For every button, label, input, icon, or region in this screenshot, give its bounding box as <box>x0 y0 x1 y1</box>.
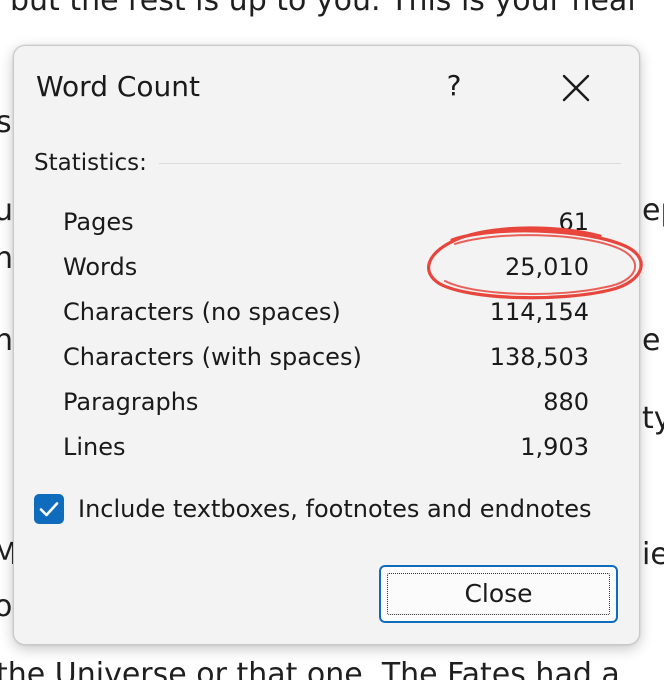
stat-value: 25,010 <box>505 253 589 281</box>
statistics-list: Pages 61 Words 25,010 Characters (no spa… <box>63 204 589 474</box>
doc-text-line: but the rest is up to you. This is your … <box>10 0 636 18</box>
statistics-heading: Statistics: <box>34 150 147 176</box>
stat-label: Words <box>63 253 138 281</box>
include-textboxes-checkbox[interactable] <box>34 494 64 524</box>
stat-label: Paragraphs <box>63 388 199 416</box>
doc-text-fragment: ep <box>642 193 664 228</box>
stat-row-characters-no-spaces: Characters (no spaces) 114,154 <box>63 294 589 339</box>
close-x-icon[interactable] <box>554 66 598 110</box>
help-button[interactable]: ? <box>434 66 474 106</box>
doc-text-fragment: ty <box>642 401 664 436</box>
stat-value: 1,903 <box>520 433 589 461</box>
stat-row-words: Words 25,010 <box>63 249 589 294</box>
word-count-dialog: Word Count ? Statistics: Pages 61 Words … <box>13 45 640 645</box>
checkmark-icon <box>39 502 59 517</box>
stat-label: Characters (no spaces) <box>63 298 341 326</box>
doc-text-fragment: h <box>0 241 14 276</box>
stat-label: Pages <box>63 208 134 236</box>
include-textboxes-label: Include textboxes, footnotes and endnote… <box>78 495 592 523</box>
stat-value: 880 <box>543 388 589 416</box>
doc-text-fragment: u <box>0 193 14 228</box>
doc-text-fragment: e t <box>642 323 664 358</box>
doc-text-fragment: l <box>0 404 2 434</box>
doc-text-fragment: h <box>0 323 14 358</box>
stat-row-paragraphs: Paragraphs 880 <box>63 384 589 429</box>
stat-row-characters-with-spaces: Characters (with spaces) 138,503 <box>63 339 589 384</box>
stat-label: Lines <box>63 433 126 461</box>
dialog-title: Word Count <box>36 70 201 103</box>
stat-label: Characters (with spaces) <box>63 343 362 371</box>
stat-value: 114,154 <box>489 298 589 326</box>
close-button-label: Close <box>464 579 533 608</box>
stat-value: 138,503 <box>489 343 589 371</box>
doc-text-fragment: o <box>0 589 13 624</box>
stat-value: 61 <box>558 208 589 236</box>
stat-row-pages: Pages 61 <box>63 204 589 249</box>
close-button[interactable]: Close <box>379 565 618 623</box>
doc-text-line: the Universe or that one. The Fates had … <box>0 657 620 680</box>
doc-text-fragment: s <box>0 105 12 140</box>
section-divider <box>159 163 621 164</box>
include-textboxes-option[interactable]: Include textboxes, footnotes and endnote… <box>34 492 624 526</box>
stat-row-lines: Lines 1,903 <box>63 429 589 474</box>
doc-text-fragment: ie <box>642 537 664 572</box>
